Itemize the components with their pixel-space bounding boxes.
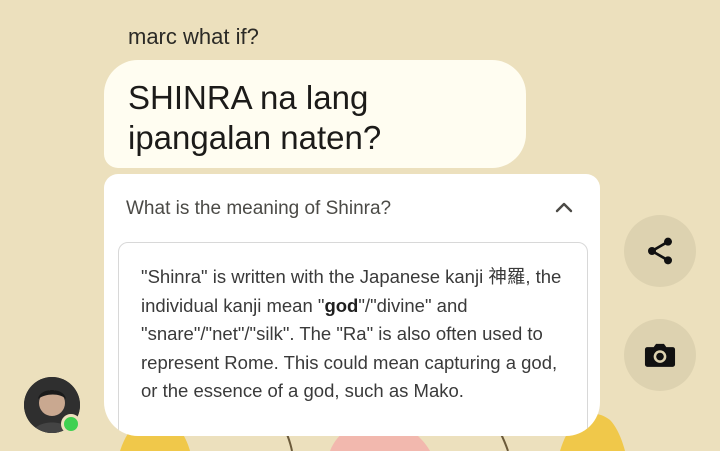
- online-status-indicator: [61, 414, 81, 434]
- message-text: SHINRA na lang ipangalan naten?: [128, 79, 382, 156]
- search-result-card: What is the meaning of Shinra? "Shinra" …: [104, 174, 600, 436]
- share-button[interactable]: [624, 215, 696, 287]
- camera-button[interactable]: [624, 319, 696, 391]
- message-bubble[interactable]: SHINRA na lang ipangalan naten?: [104, 60, 526, 168]
- question-text: What is the meaning of Shinra?: [126, 198, 392, 219]
- answer-highlight: god: [324, 294, 359, 316]
- answer-box: "Shinra" is written with the Japanese ka…: [118, 242, 588, 436]
- question-row[interactable]: What is the meaning of Shinra?: [126, 198, 578, 222]
- message-sender: marc what if?: [128, 24, 259, 49]
- camera-icon: [644, 343, 676, 367]
- share-icon: [648, 237, 672, 265]
- chevron-up-icon[interactable]: [552, 196, 576, 220]
